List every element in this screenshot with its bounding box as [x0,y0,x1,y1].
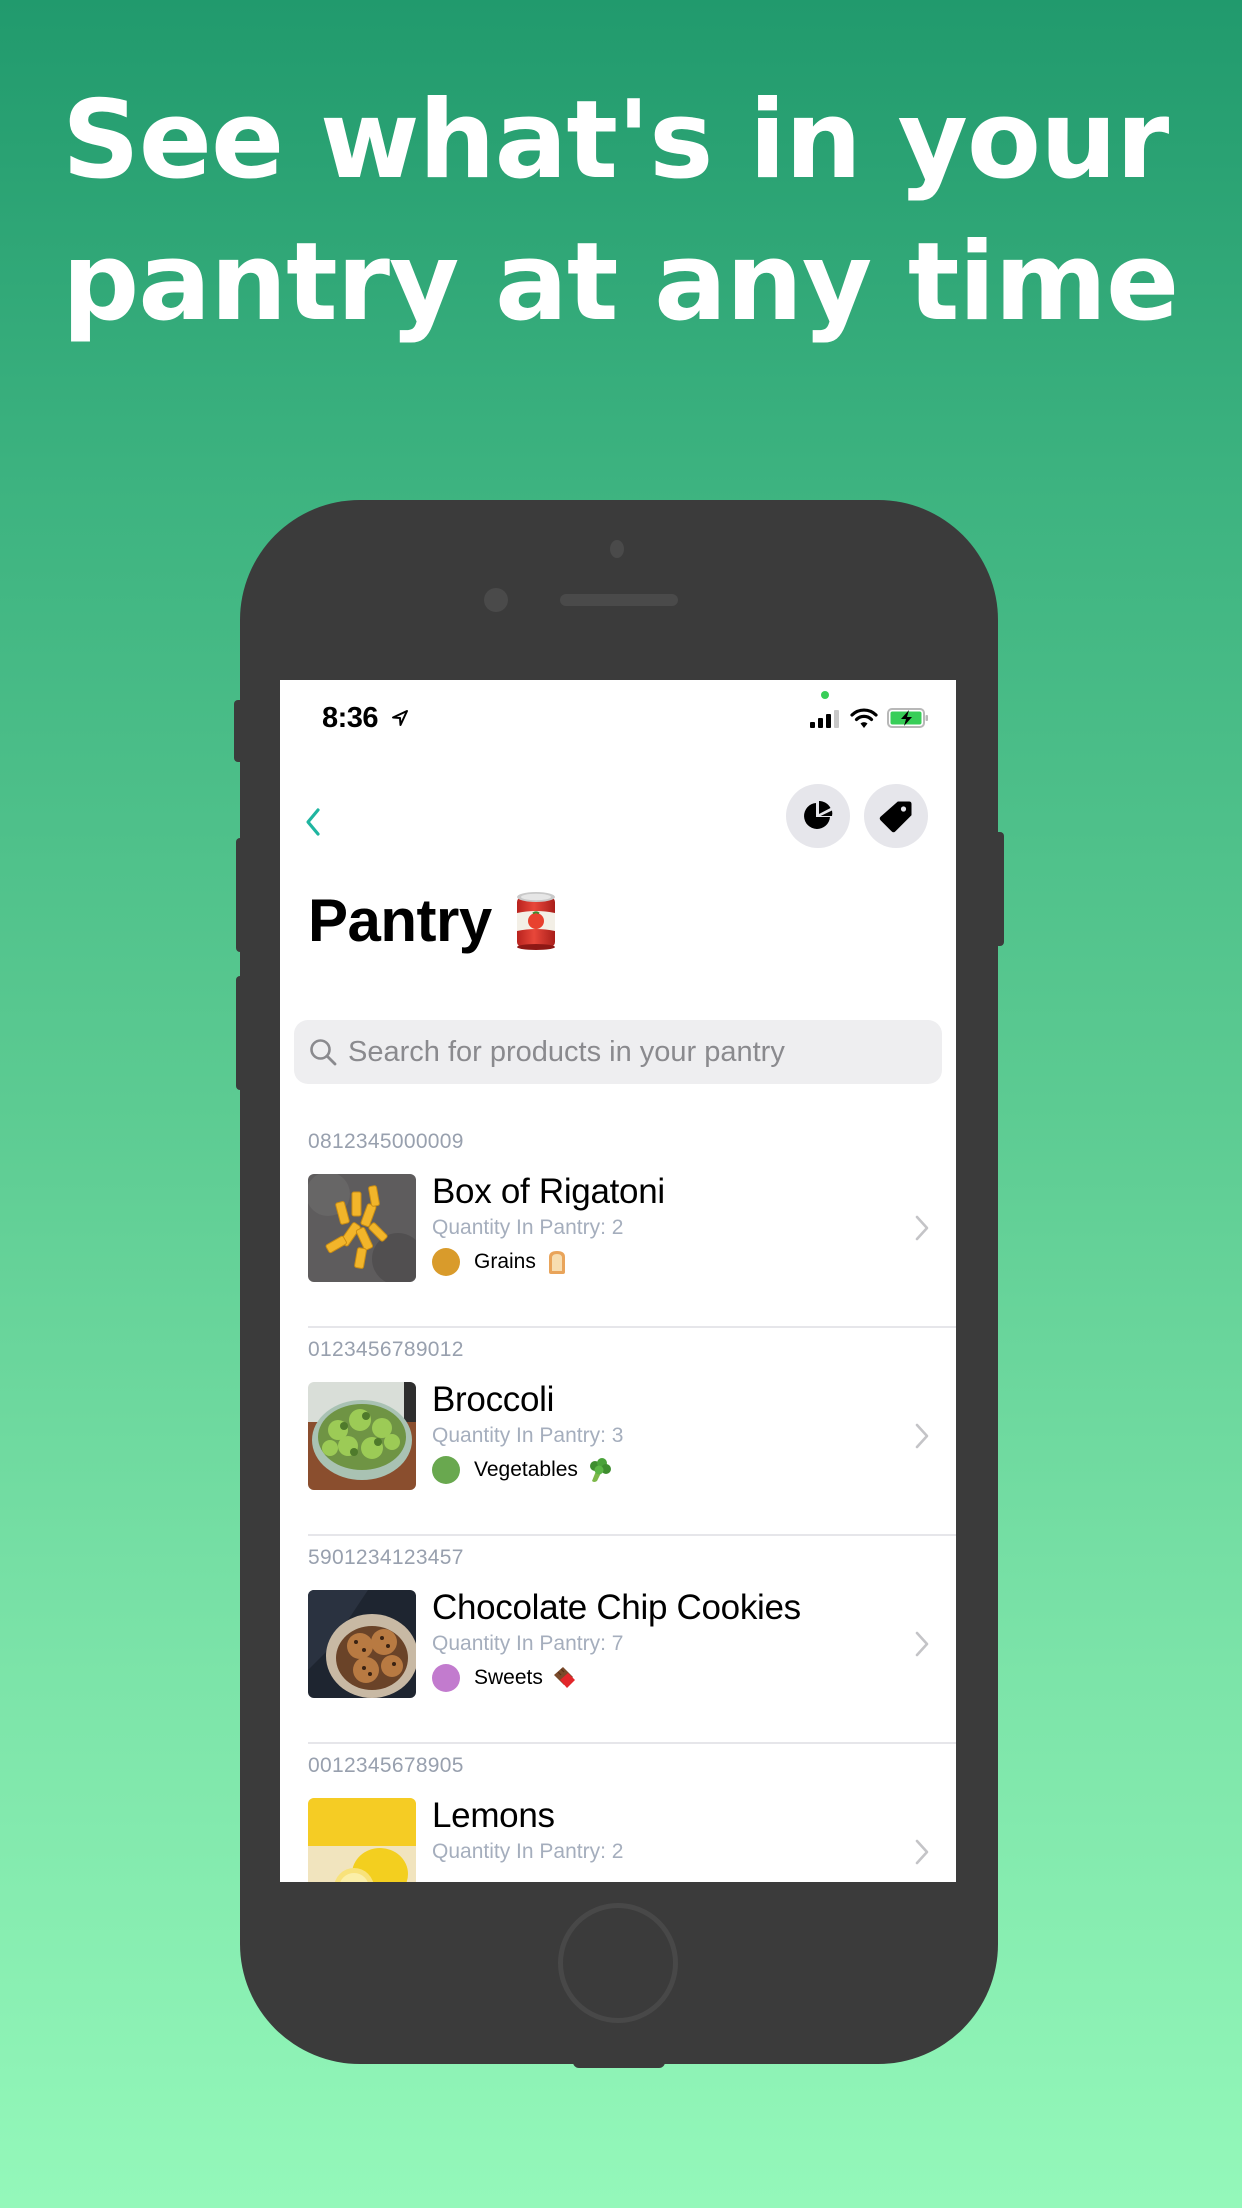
category-badge: Grains [432,1248,570,1276]
stats-button[interactable] [786,784,850,848]
search-icon [310,1039,337,1066]
category-badge: Vegetables [432,1456,612,1484]
product-row[interactable]: 0812345000009 Box of Rigatoni Quantity I… [280,1120,956,1328]
battery-charging-icon [887,708,928,728]
status-time: 8:36 [322,702,379,734]
category-color-dot [432,1248,460,1276]
page-title-text: Pantry [308,887,492,954]
phone-sensor [484,588,508,612]
product-row[interactable]: 0123456789012 Broccoli Quantity In Pantr… [280,1328,956,1536]
product-quantity: Quantity In Pantry: 2 [432,1216,624,1239]
wifi-icon [850,708,878,728]
category-label: Vegetables [474,1458,578,1481]
phone-front-camera [610,540,624,558]
category-color-dot [432,1456,460,1484]
back-button[interactable] [298,802,328,842]
chevron-right-icon [915,1839,929,1865]
product-name: Lemons [432,1796,555,1835]
headline-line-1: See what's in your [62,78,1169,203]
home-button[interactable] [558,1903,678,2023]
product-barcode: 0123456789012 [308,1338,464,1361]
canned-food-icon [516,891,555,950]
product-list: 0812345000009 Box of Rigatoni Quantity I… [280,1120,956,1882]
product-barcode: 5901234123457 [308,1546,464,1569]
page-title: Pantry [308,886,556,955]
product-quantity: Quantity In Pantry: 7 [432,1632,624,1655]
cellular-signal-icon [810,710,839,728]
cookies-photo [308,1590,416,1698]
pie-chart-icon [804,801,833,829]
chocolate-bar-icon [553,1667,575,1688]
app-screen: 8:36 Pantry Search for products in your … [280,680,956,1882]
marketing-headline: See what's in your pantry at any time [62,70,1179,354]
phone-speaker [560,594,678,606]
lemons-photo [308,1798,416,1882]
tag-icon [879,801,912,833]
rigatoni-photo [308,1174,416,1282]
category-color-dot [432,1664,460,1692]
product-name: Chocolate Chip Cookies [432,1588,801,1627]
categories-button[interactable] [864,784,928,848]
category-label: Grains [474,1250,536,1273]
category-label: Sweets [474,1666,543,1689]
chevron-right-icon [915,1215,929,1241]
chevron-right-icon [915,1631,929,1657]
broccoli-icon [589,1458,611,1482]
category-badge: Sweets [432,1664,577,1692]
product-barcode: 0012345678905 [308,1754,464,1777]
search-input[interactable] [348,1035,928,1069]
product-name: Box of Rigatoni [432,1172,665,1211]
search-bar[interactable] [294,1020,942,1084]
product-row[interactable]: 5901234123457 Chocolate Chip Cookies Qua… [280,1536,956,1744]
headline-line-2: pantry at any time [62,220,1179,345]
bread-icon [548,1251,565,1274]
product-barcode: 0812345000009 [308,1130,464,1153]
location-arrow-icon [392,710,408,726]
privacy-indicator-dot [821,691,829,699]
product-quantity: Quantity In Pantry: 3 [432,1424,624,1447]
product-quantity: Quantity In Pantry: 2 [432,1840,624,1863]
product-name: Broccoli [432,1380,555,1419]
broccoli-photo [308,1382,416,1490]
phone-bottom-edge [573,2060,665,2068]
product-row[interactable]: 0012345678905 Lemons Quantity In Pantry:… [280,1744,956,1882]
chevron-right-icon [915,1423,929,1449]
